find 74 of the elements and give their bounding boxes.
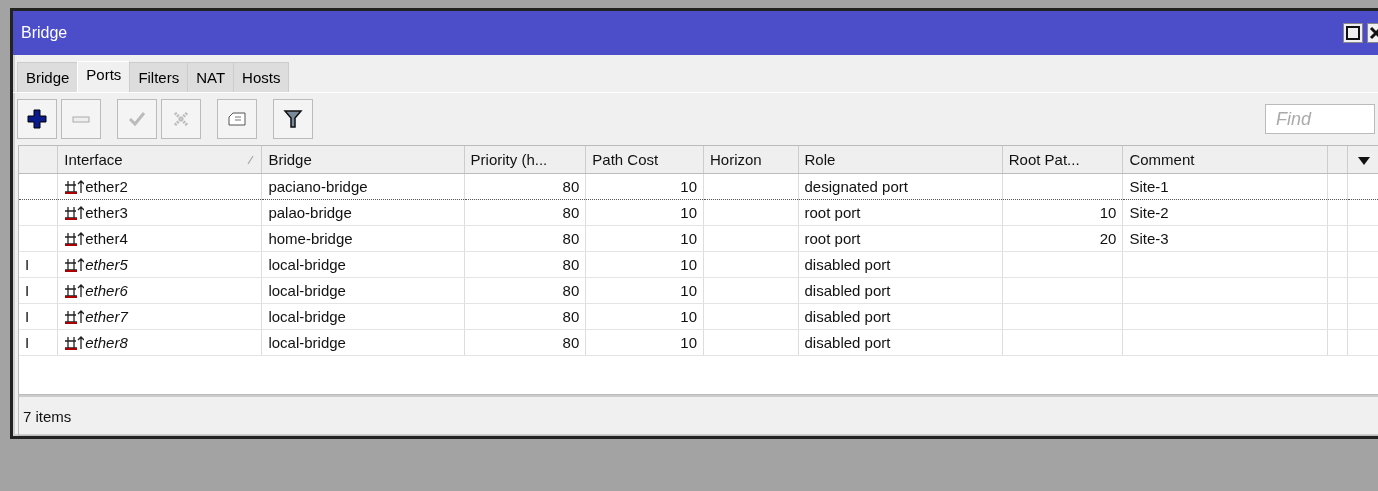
close-icon[interactable] xyxy=(1367,23,1378,43)
bridge-cell: home-bridge xyxy=(268,230,353,247)
filter-icon xyxy=(283,109,303,129)
role-cell: disabled port xyxy=(804,308,891,325)
flag-cell: I xyxy=(25,308,30,325)
comment-cell: Site-2 xyxy=(1129,204,1169,221)
window-title: Bridge xyxy=(21,24,68,42)
flag-cell: I xyxy=(25,282,30,299)
ethernet-icon xyxy=(64,231,85,246)
tab[interactable]: Bridge xyxy=(17,62,79,92)
plus-icon xyxy=(27,109,47,129)
priority-cell: 80 xyxy=(562,204,580,221)
path-cost-cell: 10 xyxy=(680,204,697,221)
interface-cell: ether8 xyxy=(85,334,128,351)
ethernet-icon xyxy=(64,283,85,298)
path-cost-cell: 10 xyxy=(680,230,697,247)
role-cell: disabled port xyxy=(804,256,891,273)
role-cell: root port xyxy=(804,204,861,221)
column-header[interactable]: Bridge xyxy=(268,151,312,168)
priority-cell: 80 xyxy=(562,308,580,325)
column-header[interactable]: Role xyxy=(804,151,836,168)
find-field[interactable]: Find xyxy=(1265,104,1375,134)
interface-cell: ether6 xyxy=(85,282,128,299)
role-cell: disabled port xyxy=(804,334,891,351)
comment-cell: Site-1 xyxy=(1129,178,1169,195)
cross-icon xyxy=(171,109,191,129)
column-header[interactable]: Comment xyxy=(1129,151,1195,168)
bridge-cell: local-bridge xyxy=(268,334,346,351)
priority-cell: 80 xyxy=(562,282,580,299)
priority-cell: 80 xyxy=(562,178,580,195)
priority-cell: 80 xyxy=(562,334,580,351)
ethernet-icon xyxy=(64,309,85,324)
path-cost-cell: 10 xyxy=(680,178,697,195)
interface-cell: ether7 xyxy=(85,308,128,325)
path-cost-cell: 10 xyxy=(680,282,697,299)
tab[interactable]: Filters xyxy=(129,62,189,92)
item-count: 7 items xyxy=(23,407,72,425)
interface-cell: ether5 xyxy=(85,256,128,273)
ethernet-icon xyxy=(64,205,85,220)
column-header[interactable]: Interface xyxy=(64,151,123,168)
root-path-cost-cell: 20 xyxy=(1099,230,1117,247)
root-path-cost-cell: 10 xyxy=(1099,204,1117,221)
flag-cell: I xyxy=(25,334,30,351)
flag-cell: I xyxy=(25,256,30,273)
path-cost-cell: 10 xyxy=(680,334,697,351)
path-cost-cell: 10 xyxy=(680,256,697,273)
sort-icon xyxy=(247,154,256,165)
role-cell: root port xyxy=(804,230,861,247)
maximize-icon[interactable] xyxy=(1343,23,1363,43)
ethernet-icon xyxy=(64,257,85,272)
check-icon xyxy=(127,109,147,129)
ethernet-icon xyxy=(64,179,85,194)
bridge-cell: local-bridge xyxy=(268,282,346,299)
note-icon xyxy=(227,109,247,129)
tab[interactable]: NAT xyxy=(187,62,235,92)
filter-button[interactable] xyxy=(273,99,313,139)
bridge-cell: paciano-bridge xyxy=(268,178,368,195)
priority-cell: 80 xyxy=(562,256,580,273)
bridge-cell: palao-bridge xyxy=(268,204,352,221)
bridge-cell: local-bridge xyxy=(268,256,346,273)
tab[interactable]: Hosts xyxy=(233,62,290,92)
tab[interactable]: Ports xyxy=(77,61,131,92)
bridge-cell: local-bridge xyxy=(268,308,346,325)
path-cost-cell: 10 xyxy=(680,308,697,325)
priority-cell: 80 xyxy=(562,230,580,247)
role-cell: disabled port xyxy=(804,282,891,299)
role-cell: designated port xyxy=(804,178,908,195)
ethernet-icon xyxy=(64,335,85,350)
comment-cell: Site-3 xyxy=(1129,230,1169,247)
interface-cell: ether4 xyxy=(85,230,128,247)
interface-cell: ether3 xyxy=(85,204,128,221)
add-button[interactable] xyxy=(17,99,57,139)
dropdown-icon[interactable] xyxy=(1357,157,1370,165)
interface-cell: ether2 xyxy=(85,178,128,195)
